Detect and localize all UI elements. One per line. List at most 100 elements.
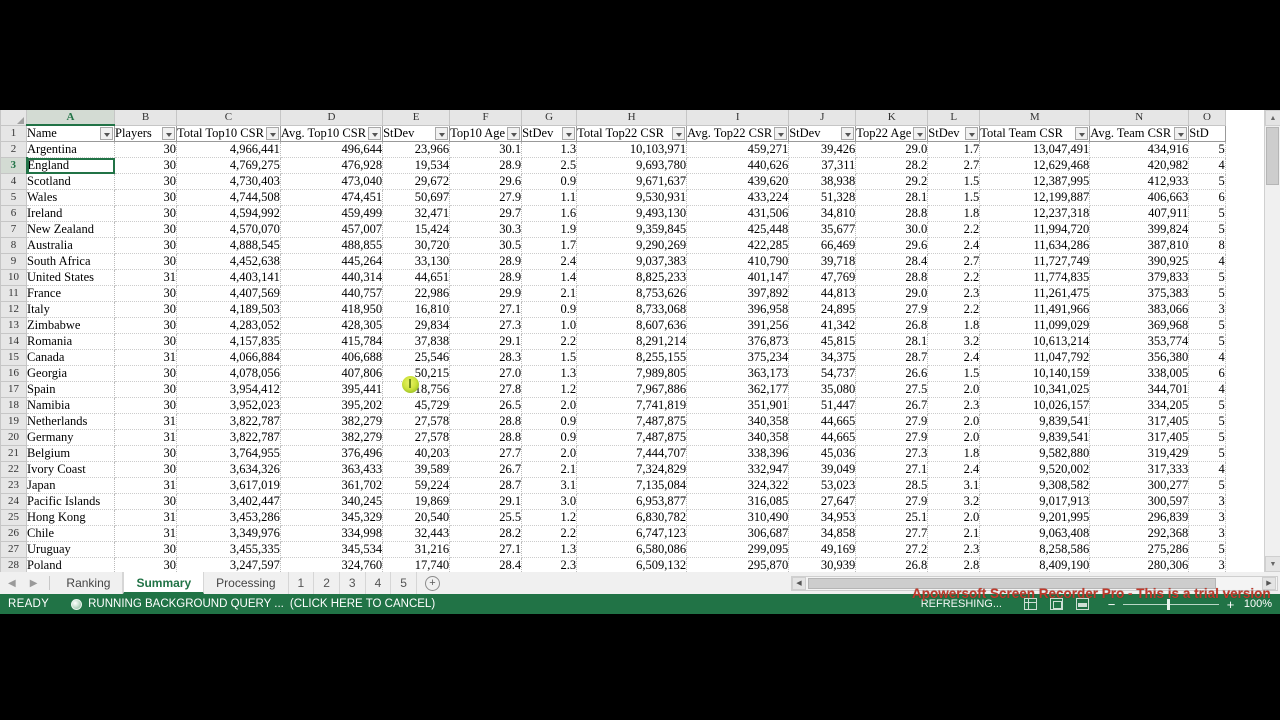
table-cell[interactable]: 27.5 bbox=[855, 381, 929, 398]
table-cell[interactable]: 12,387,995 bbox=[979, 173, 1091, 190]
zoom-slider-track[interactable] bbox=[1123, 598, 1219, 610]
row-number[interactable]: 14 bbox=[0, 333, 27, 350]
table-cell[interactable]: 45,815 bbox=[788, 333, 857, 350]
table-cell[interactable]: 27.8 bbox=[449, 381, 523, 398]
row-number[interactable]: 17 bbox=[0, 381, 27, 398]
table-row[interactable]: 17 Spain 30 3,954,412 395,441 18,756 27.8 1.2 7,… bbox=[0, 381, 1226, 398]
table-cell[interactable]: 30 bbox=[114, 365, 177, 382]
table-cell[interactable]: 2.0 bbox=[927, 509, 981, 526]
row-number[interactable]: 12 bbox=[0, 301, 27, 318]
table-cell[interactable]: 30 bbox=[114, 461, 177, 478]
column-header-g[interactable]: G bbox=[521, 110, 578, 126]
table-cell[interactable]: 30 bbox=[114, 557, 177, 572]
table-cell[interactable]: 12,629,468 bbox=[979, 157, 1091, 174]
vertical-scrollbar[interactable]: ▲ ▼ bbox=[1264, 110, 1280, 572]
table-cell[interactable]: 29.0 bbox=[855, 285, 929, 302]
table-cell[interactable]: 31,216 bbox=[382, 541, 451, 558]
table-cell[interactable]: 376,496 bbox=[280, 445, 384, 462]
table-cell[interactable]: 28.4 bbox=[855, 253, 929, 270]
table-cell[interactable]: 32,471 bbox=[382, 205, 451, 222]
table-cell[interactable]: 3 bbox=[1188, 557, 1226, 572]
filter-dropdown-icon[interactable] bbox=[435, 126, 449, 140]
table-cell[interactable]: 34,953 bbox=[788, 509, 857, 526]
table-cell[interactable]: 17,740 bbox=[382, 557, 451, 572]
table-row[interactable]: 22 Ivory Coast 30 3,634,326 363,433 39,589 26.… bbox=[0, 461, 1226, 478]
table-cell[interactable]: 3,247,597 bbox=[176, 557, 281, 572]
spreadsheet-grid[interactable]: ABCDEFGHIJKLMNO 1 Name Players Total Top10 … bbox=[0, 110, 1280, 572]
sheet-tabs[interactable]: ◀ ▶ Ranking Summary Processing 1 2 3 4 5 + bbox=[0, 572, 440, 594]
table-cell[interactable]: 391,256 bbox=[686, 317, 790, 334]
row-number[interactable]: 13 bbox=[0, 317, 27, 334]
table-cell[interactable]: 3,822,787 bbox=[176, 429, 281, 446]
column-header-c[interactable]: C bbox=[176, 110, 281, 126]
table-cell[interactable]: 3,634,326 bbox=[176, 461, 281, 478]
table-cell[interactable]: 25.1 bbox=[855, 509, 929, 526]
table-cell[interactable]: 31 bbox=[114, 509, 177, 526]
table-cell[interactable]: 27.9 bbox=[855, 301, 929, 318]
sheet-nav-arrows[interactable]: ◀ ▶ bbox=[0, 578, 45, 589]
table-row[interactable]: 3 England 30 4,769,275 476,928 19,534 28.9 2.5 9… bbox=[0, 157, 1226, 174]
filter-dropdown-icon[interactable] bbox=[368, 126, 382, 140]
table-cell[interactable]: 5 bbox=[1188, 429, 1226, 446]
table-cell[interactable]: 6,509,132 bbox=[576, 557, 688, 572]
table-cell[interactable]: Netherlands bbox=[26, 413, 115, 430]
table-cell[interactable]: 30 bbox=[114, 141, 177, 158]
table-cell[interactable]: 8,753,626 bbox=[576, 285, 688, 302]
row-number[interactable]: 6 bbox=[0, 205, 27, 222]
table-cell[interactable]: 59,224 bbox=[382, 477, 451, 494]
table-cell[interactable]: 1.5 bbox=[927, 173, 981, 190]
table-cell[interactable]: 30 bbox=[114, 333, 177, 350]
table-cell[interactable]: 1.4 bbox=[521, 269, 578, 286]
table-cell[interactable]: 10,103,971 bbox=[576, 141, 688, 158]
table-cell[interactable]: 344,701 bbox=[1089, 381, 1190, 398]
table-cell[interactable]: 375,383 bbox=[1089, 285, 1190, 302]
table-cell[interactable]: 4 bbox=[1188, 253, 1226, 270]
table-cell[interactable]: 30 bbox=[114, 285, 177, 302]
row-number[interactable]: 11 bbox=[0, 285, 27, 302]
select-all-corner[interactable] bbox=[0, 110, 27, 126]
table-cell[interactable]: 30 bbox=[114, 205, 177, 222]
table-cell[interactable]: 5 bbox=[1188, 141, 1226, 158]
column-header-i[interactable]: I bbox=[686, 110, 790, 126]
table-cell[interactable]: 39,589 bbox=[382, 461, 451, 478]
table-cell[interactable]: 1.5 bbox=[927, 189, 981, 206]
table-cell[interactable]: 30 bbox=[114, 253, 177, 270]
table-row[interactable]: 27 Uruguay 30 3,455,335 345,534 31,216 27.1 1.3… bbox=[0, 541, 1226, 558]
table-cell[interactable]: 4 bbox=[1188, 349, 1226, 366]
table-cell[interactable]: 8,258,586 bbox=[979, 541, 1091, 558]
table-cell[interactable]: 2.0 bbox=[927, 413, 981, 430]
table-cell[interactable]: 28.2 bbox=[855, 157, 929, 174]
table-cell[interactable]: Australia bbox=[26, 237, 115, 254]
table-cell[interactable]: 351,901 bbox=[686, 397, 790, 414]
table-cell[interactable]: 6 bbox=[1188, 189, 1226, 206]
table-cell[interactable]: 2.0 bbox=[521, 445, 578, 462]
column-header-o[interactable]: O bbox=[1188, 110, 1226, 126]
table-cell[interactable]: 407,911 bbox=[1089, 205, 1190, 222]
table-cell[interactable]: 0.9 bbox=[521, 301, 578, 318]
table-cell[interactable]: 428,305 bbox=[280, 317, 384, 334]
table-cell[interactable]: 3,349,976 bbox=[176, 525, 281, 542]
table-cell[interactable]: 12,199,887 bbox=[979, 189, 1091, 206]
table-cell[interactable]: 1.1 bbox=[521, 189, 578, 206]
table-cell[interactable]: South Africa bbox=[26, 253, 115, 270]
table-cell[interactable]: 30.5 bbox=[449, 237, 523, 254]
table-cell[interactable]: 397,892 bbox=[686, 285, 790, 302]
table-cell[interactable]: 2.0 bbox=[521, 397, 578, 414]
table-cell[interactable]: 363,173 bbox=[686, 365, 790, 382]
table-cell[interactable]: 11,774,835 bbox=[979, 269, 1091, 286]
table-cell[interactable]: 10,026,157 bbox=[979, 397, 1091, 414]
table-cell[interactable]: 2.4 bbox=[927, 461, 981, 478]
table-cell[interactable]: 11,047,792 bbox=[979, 349, 1091, 366]
table-cell[interactable]: 8 bbox=[1188, 237, 1226, 254]
table-cell[interactable]: 47,769 bbox=[788, 269, 857, 286]
table-cell[interactable]: 9,839,541 bbox=[979, 429, 1091, 446]
table-cell[interactable]: 27.3 bbox=[855, 445, 929, 462]
table-cell[interactable]: 369,968 bbox=[1089, 317, 1190, 334]
table-cell[interactable]: 324,322 bbox=[686, 477, 790, 494]
table-cell[interactable]: 440,314 bbox=[280, 269, 384, 286]
table-cell[interactable]: 2.1 bbox=[521, 285, 578, 302]
table-cell[interactable]: 18,756 bbox=[382, 381, 451, 398]
table-cell[interactable]: 4,452,638 bbox=[176, 253, 281, 270]
table-cell[interactable]: 11,261,475 bbox=[979, 285, 1091, 302]
table-cell[interactable]: 4 bbox=[1188, 461, 1226, 478]
